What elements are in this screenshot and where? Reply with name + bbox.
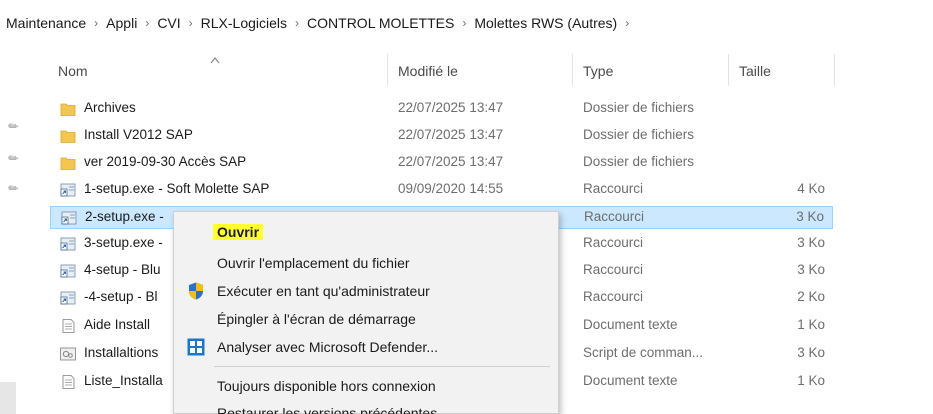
file-size: 1 Ko [797,373,825,388]
file-type: Dossier de fichiers [583,100,695,115]
file-type: Raccourci [584,209,645,224]
menu-item-always-offline[interactable]: Toujours disponible hors connexion [174,373,558,399]
column-header-name[interactable]: Nom [58,54,378,88]
menu-item-restore-versions[interactable]: Restaurer les versions précédentes [174,400,558,414]
file-type: Raccourci [583,262,644,277]
menu-item-restore-versions-label: Restaurer les versions précédentes [217,405,438,414]
column-header-type-label: Type [583,63,614,79]
file-modified: 22/07/2025 13:47 [398,100,504,115]
shortcut-icon [60,237,76,251]
breadcrumb-item-cvi[interactable]: CVI [157,15,180,31]
file-type: Raccourci [583,181,644,196]
column-header-size-label: Taille [739,63,771,79]
file-size: 4 Ko [797,181,825,196]
breadcrumb-item-control-molettes[interactable]: CONTROL MOLETTES [307,15,454,31]
menu-item-pin-start[interactable]: Épingler à l'écran de démarrage [174,306,558,332]
folder-icon [60,157,76,170]
breadcrumb: Maintenance › Appli › CVI › RLX-Logiciel… [0,0,933,46]
chevron-right-icon[interactable]: › [295,16,299,30]
file-modified: 09/09/2020 14:55 [398,181,504,196]
text-document-icon [62,375,75,389]
column-header-modified[interactable]: Modifié le [398,54,568,88]
menu-item-run-as-admin-label: Exécuter en tant qu'administrateur [217,283,430,299]
menu-item-open-label: Ouvrir [213,224,264,240]
file-size: 3 Ko [797,345,825,360]
column-divider[interactable] [728,54,729,86]
pin-icon: ✎ [5,179,22,197]
file-name: 2-setup.exe - [85,209,164,224]
file-name: Installaltions [84,345,159,360]
file-name: Liste_Installa [84,373,163,388]
file-row[interactable]: 1-setup.exe - Soft Molette SAP 09/09/202… [50,179,833,202]
file-type: Raccourci [583,289,644,304]
file-type: Document texte [583,373,678,388]
menu-item-always-offline-label: Toujours disponible hors connexion [217,378,436,394]
breadcrumb-item-appli[interactable]: Appli [106,15,137,31]
chevron-right-icon[interactable]: › [189,16,193,30]
context-menu: Ouvrir Ouvrir l'emplacement du fichier E… [173,211,559,414]
text-document-icon [62,319,75,333]
file-row[interactable]: ver 2019-09-30 Accès SAP 22/07/2025 13:4… [50,152,833,175]
file-type: Raccourci [583,235,644,250]
file-name: Archives [84,100,136,115]
pin-icon: ✎ [5,117,22,135]
file-size: 3 Ko [797,235,825,250]
file-type: Dossier de fichiers [583,127,695,142]
file-name: ver 2019-09-30 Accès SAP [84,154,247,169]
pin-icon: ✎ [5,149,22,167]
folder-icon [60,103,76,116]
file-name: 4-setup - Blu [84,262,161,277]
script-icon [60,347,76,361]
chevron-right-icon[interactable]: › [145,16,149,30]
file-name: -4-setup - Bl [84,289,158,304]
breadcrumb-item-maintenance[interactable]: Maintenance [6,15,86,31]
shortcut-icon [61,211,77,225]
breadcrumb-item-rlx-logiciels[interactable]: RLX-Logiciels [201,15,287,31]
menu-item-open-location[interactable]: Ouvrir l'emplacement du fichier [174,250,558,276]
file-size: 3 Ko [797,262,825,277]
menu-item-defender-scan[interactable]: Analyser avec Microsoft Defender... [174,334,558,360]
file-name: Install V2012 SAP [84,127,193,142]
file-row[interactable]: Install V2012 SAP 22/07/2025 13:47 Dossi… [50,125,833,148]
folder-icon [60,130,76,143]
column-header-type[interactable]: Type [583,54,723,88]
chevron-right-icon[interactable]: › [94,16,98,30]
file-type: Script de comman... [583,345,704,360]
breadcrumb-item-molettes-rws[interactable]: Molettes RWS (Autres) [474,15,617,31]
column-divider[interactable] [834,54,835,86]
file-modified: 22/07/2025 13:47 [398,127,504,142]
shortcut-icon [60,291,76,305]
file-size: 2 Ko [797,289,825,304]
defender-icon [187,338,205,356]
chevron-right-icon[interactable]: › [462,16,466,30]
column-divider[interactable] [387,54,388,86]
menu-item-run-as-admin[interactable]: Exécuter en tant qu'administrateur [174,278,558,304]
column-header-name-label: Nom [58,63,88,79]
uac-shield-icon [189,282,203,300]
file-size: 3 Ko [796,209,824,224]
file-row[interactable]: Archives 22/07/2025 13:47 Dossier de fic… [50,98,833,121]
menu-item-open-location-label: Ouvrir l'emplacement du fichier [217,255,410,271]
file-name: 3-setup.exe - [84,235,163,250]
file-type: Document texte [583,317,678,332]
column-header-modified-label: Modifié le [398,63,458,79]
navigation-pane-scrollbar[interactable] [0,382,16,414]
chevron-right-icon[interactable]: › [625,16,629,30]
file-name: Aide Install [84,317,151,332]
file-type: Dossier de fichiers [583,154,695,169]
shortcut-icon [60,183,76,197]
menu-item-open[interactable]: Ouvrir [174,219,558,245]
menu-separator [214,366,550,367]
shortcut-icon [60,264,76,278]
file-modified: 22/07/2025 13:47 [398,154,504,169]
file-size: 1 Ko [797,317,825,332]
menu-item-defender-scan-label: Analyser avec Microsoft Defender... [217,339,438,355]
column-header-size[interactable]: Taille [739,54,829,88]
file-name: 1-setup.exe - Soft Molette SAP [84,181,270,196]
menu-item-pin-start-label: Épingler à l'écran de démarrage [217,311,416,327]
column-divider[interactable] [572,54,573,86]
